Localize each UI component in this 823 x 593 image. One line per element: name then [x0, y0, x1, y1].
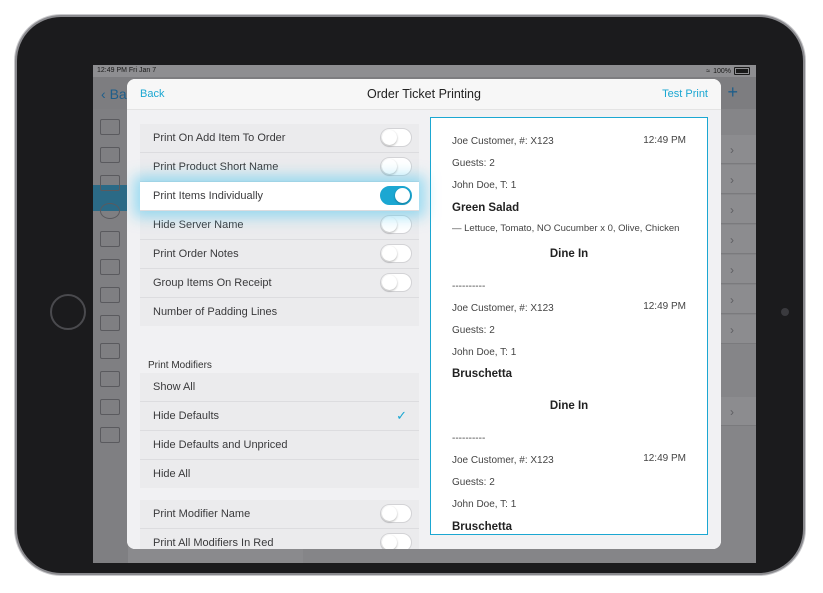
modal-title: Order Ticket Printing	[367, 87, 481, 101]
setting-label: Hide Server Name	[153, 219, 244, 231]
percent-circle-icon	[100, 203, 120, 219]
ticket-preview[interactable]: Joe Customer, #: X123 12:49 PM Guests: 2…	[430, 117, 708, 535]
ticket-guests: Guests: 2	[452, 158, 495, 169]
modal-header: Back Order Ticket Printing Test Print	[127, 79, 721, 110]
image-icon	[100, 427, 120, 443]
monitor-icon	[100, 371, 120, 387]
battery-percent: 100%	[713, 67, 731, 75]
print-modifiers-group: Show All Hide Defaults ✓ Hide Defaults a…	[140, 373, 419, 488]
chevron-right-icon: ›	[730, 233, 734, 247]
ticket-time: 12:49 PM	[643, 301, 686, 312]
camera	[781, 308, 789, 316]
print-on-add-toggle[interactable]	[380, 128, 412, 147]
option-label: Show All	[153, 381, 196, 393]
print-short-name-toggle[interactable]	[380, 157, 412, 176]
modifier-option-hide-defaults[interactable]: Hide Defaults ✓	[140, 402, 419, 431]
order-ticket-printing-modal: Back Order Ticket Printing Test Print Pr…	[127, 79, 721, 549]
setting-row-padding-lines[interactable]: Number of Padding Lines	[140, 298, 419, 326]
background-back-button: ‹ Ba	[101, 86, 127, 102]
chevron-right-icon: ›	[730, 173, 734, 187]
status-bar: 12:49 PM Fri Jan 7 ≈ 100%	[93, 65, 756, 77]
status-time: 12:49 PM Fri Jan 7	[97, 67, 157, 74]
ticket-item: Bruschetta	[452, 521, 513, 533]
chevron-right-icon: ›	[730, 323, 734, 337]
setting-row-group-items[interactable]: Group Items On Receipt	[140, 269, 419, 298]
ipad-frame: 12:49 PM Fri Jan 7 ≈ 100% ‹ Ba + › › › ›…	[17, 17, 803, 573]
ticket-modifiers: — Lettuce, Tomato, NO Cucumber x 0, Oliv…	[452, 223, 680, 234]
ticket-server: John Doe, T: 1	[452, 180, 517, 191]
setting-row-print-order-notes[interactable]: Print Order Notes	[140, 240, 419, 269]
option-label: Hide Defaults	[153, 410, 220, 422]
setting-label: Number of Padding Lines	[153, 306, 278, 318]
printer-icon	[100, 147, 120, 163]
ticket-time: 12:49 PM	[643, 453, 686, 464]
ticket-server: John Doe, T: 1	[452, 499, 517, 510]
setting-label: Print On Add Item To Order	[153, 132, 286, 144]
setting-label: Print Product Short Name	[153, 161, 279, 173]
print-order-notes-toggle[interactable]	[380, 244, 412, 263]
print-settings-group: Print On Add Item To Order Print Product…	[140, 124, 419, 326]
chevron-right-icon: ›	[730, 293, 734, 307]
background-add-icon: +	[727, 82, 738, 102]
setting-row-print-modifiers-red[interactable]: Print All Modifiers In Red	[140, 529, 419, 549]
tray-icon	[100, 175, 120, 191]
users-icon	[100, 259, 120, 275]
setting-label: Print Items Individually	[153, 190, 264, 202]
ticket-order-type: Dine In	[549, 400, 589, 412]
ticket-guests: Guests: 2	[452, 477, 495, 488]
setting-row-hide-server-name[interactable]: Hide Server Name	[140, 211, 419, 240]
setting-label: Print Modifier Name	[153, 508, 251, 520]
setting-row-print-items-individually[interactable]: Print Items Individually	[140, 182, 419, 211]
chevron-right-icon: ›	[730, 405, 734, 419]
setting-row-print-on-add[interactable]: Print On Add Item To Order	[140, 124, 419, 153]
chevron-right-icon: ›	[730, 143, 734, 157]
ticket-customer: Joe Customer, #: X123	[452, 303, 554, 314]
background-sidebar	[93, 109, 128, 563]
diamond-icon	[100, 231, 120, 247]
print-modifiers-red-toggle[interactable]	[380, 533, 412, 549]
chevron-right-icon: ›	[730, 263, 734, 277]
test-print-button[interactable]: Test Print	[662, 88, 708, 100]
checkmark-icon: ✓	[396, 408, 407, 423]
group-items-toggle[interactable]	[380, 273, 412, 292]
clipboard-icon	[100, 315, 120, 331]
battery-icon	[734, 67, 750, 75]
ticket-separator: ----------	[452, 281, 486, 292]
modifier-option-show-all[interactable]: Show All	[140, 373, 419, 402]
percent-icon	[100, 343, 120, 359]
ticket-item: Green Salad	[452, 202, 520, 214]
chevron-right-icon: ›	[730, 203, 734, 217]
option-label: Hide Defaults and Unpriced	[153, 439, 288, 451]
ticket-separator: ----------	[452, 433, 486, 444]
setting-label: Print Order Notes	[153, 248, 239, 260]
modifier-settings-group: Print Modifier Name Print All Modifiers …	[140, 500, 419, 549]
ticket-customer: Joe Customer, #: X123	[452, 136, 554, 147]
modifier-option-hide-all[interactable]: Hide All	[140, 460, 419, 488]
option-label: Hide All	[153, 468, 191, 480]
screen: 12:49 PM Fri Jan 7 ≈ 100% ‹ Ba + › › › ›…	[93, 65, 756, 563]
print-items-individually-toggle[interactable]	[380, 186, 412, 205]
modal-body: Print On Add Item To Order Print Product…	[127, 110, 721, 549]
print-modifier-name-toggle[interactable]	[380, 504, 412, 523]
image-icon	[100, 119, 120, 135]
image-icon	[100, 399, 120, 415]
ticket-order-type: Dine In	[549, 248, 589, 260]
modifier-option-hide-defaults-unpriced[interactable]: Hide Defaults and Unpriced	[140, 431, 419, 460]
hide-server-name-toggle[interactable]	[380, 215, 412, 234]
ticket-item: Bruschetta	[452, 368, 513, 380]
store-icon	[100, 287, 120, 303]
ticket-server: John Doe, T: 1	[452, 347, 517, 358]
setting-row-print-short-name[interactable]: Print Product Short Name	[140, 153, 419, 182]
setting-row-print-modifier-name[interactable]: Print Modifier Name	[140, 500, 419, 529]
ticket-guests: Guests: 2	[452, 325, 495, 336]
ticket-customer: Joe Customer, #: X123	[452, 455, 554, 466]
setting-label: Group Items On Receipt	[153, 277, 272, 289]
setting-label: Print All Modifiers In Red	[153, 537, 274, 549]
home-button[interactable]	[50, 294, 86, 330]
print-modifiers-title: Print Modifiers	[148, 360, 212, 371]
wifi-icon: ≈	[706, 67, 711, 75]
ticket-time: 12:49 PM	[643, 135, 686, 146]
